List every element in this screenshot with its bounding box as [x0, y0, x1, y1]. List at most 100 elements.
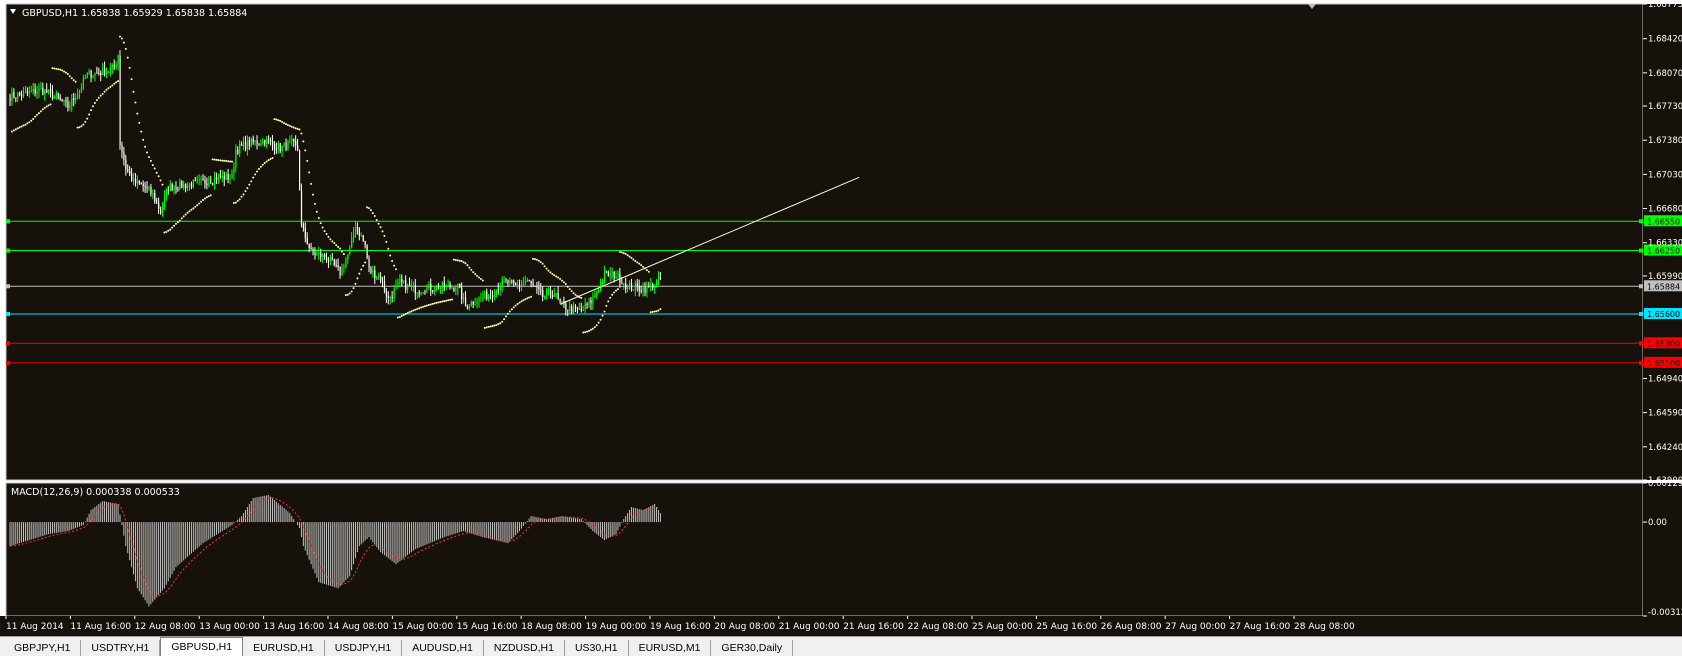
sar-dot — [313, 202, 316, 205]
candle-body — [77, 94, 79, 99]
candle-body — [434, 289, 436, 291]
candle-body — [553, 293, 555, 297]
sar-dot — [182, 215, 185, 218]
candle-body — [343, 267, 345, 269]
tab-nzdusd-h1[interactable]: NZDUSD,H1 — [484, 640, 565, 656]
candle-body — [156, 201, 158, 203]
candle-body — [627, 284, 629, 289]
sar-dot — [506, 312, 509, 315]
tab-usdjpy-h1[interactable]: USDJPY,H1 — [325, 640, 403, 656]
candle-body — [320, 252, 322, 257]
sar-dot — [526, 297, 529, 300]
sar-dot — [333, 242, 336, 245]
sar-dot — [128, 66, 131, 69]
sar-dot — [236, 199, 239, 202]
candle-body — [457, 283, 459, 290]
tab-eurusd-m1[interactable]: EURUSD,M1 — [629, 640, 712, 656]
candle-body — [565, 303, 567, 310]
main-panel[interactable] — [5, 3, 1644, 481]
sar-dot — [622, 252, 625, 255]
sar-dot — [217, 159, 220, 162]
sar-dot — [250, 180, 253, 183]
sar-dot — [298, 128, 301, 131]
sar-dot — [147, 156, 150, 159]
sar-dot — [431, 302, 434, 305]
candle-body — [21, 94, 23, 97]
sar-dot — [248, 183, 251, 186]
sar-dot — [74, 80, 77, 83]
candle-body — [397, 281, 399, 286]
candle-body — [46, 89, 48, 93]
candle-body — [127, 169, 129, 171]
candle-body — [171, 184, 173, 191]
sar-dot — [153, 167, 156, 170]
sar-dot — [263, 162, 266, 165]
candle-body — [152, 193, 154, 195]
tab-usdtry-h1[interactable]: USDTRY,H1 — [81, 640, 161, 656]
candle-body — [163, 196, 166, 207]
sar-dot — [329, 238, 332, 241]
x-tick-label: 22 Aug 08:00 — [908, 622, 969, 632]
sar-dot — [167, 229, 170, 232]
sar-dot — [41, 108, 44, 111]
ohlc-header: GBPUSD,H1 1.65838 1.65929 1.65838 1.6588… — [22, 8, 247, 19]
sar-dot — [628, 255, 631, 258]
candle-body — [573, 306, 575, 313]
candle-body — [243, 142, 245, 146]
price-label: 1.65600 — [1647, 310, 1680, 319]
sar-dot — [28, 121, 31, 124]
sar-dot — [487, 325, 490, 328]
sar-dot — [32, 117, 35, 120]
candle-body — [480, 297, 482, 299]
sar-dot — [479, 278, 482, 281]
tab-us30-h1[interactable]: US30,H1 — [565, 640, 629, 656]
candle-body — [499, 287, 501, 291]
candle-body — [36, 91, 38, 94]
tab-ger30-daily[interactable]: GER30,Daily — [711, 640, 794, 656]
sar-dot — [402, 313, 405, 316]
sar-dot — [580, 296, 583, 299]
sar-dot — [257, 167, 260, 170]
candle-body — [104, 68, 106, 76]
candle-body — [140, 183, 142, 185]
candle-body — [439, 287, 442, 290]
sar-dot — [371, 212, 374, 215]
tab-gbpusd-h1[interactable]: GBPUSD,H1 — [160, 637, 244, 656]
candle-body — [426, 287, 428, 293]
sar-dot — [616, 288, 619, 291]
candle-body — [354, 226, 357, 234]
sar-dot — [171, 226, 174, 229]
sar-dot — [72, 79, 75, 82]
sar-dot — [497, 323, 500, 326]
candle-body — [329, 257, 332, 262]
sar-dot — [119, 35, 122, 38]
sar-dot — [615, 289, 618, 292]
price-chart[interactable]: 1.665501.662501.658841.656001.653001.651… — [0, 0, 1682, 636]
candle-body — [362, 235, 364, 242]
x-tick-label: 26 Aug 08:00 — [1101, 622, 1162, 632]
candle-body — [617, 273, 619, 277]
sar-dot — [454, 259, 457, 262]
sar-dot — [321, 226, 324, 229]
sar-dot — [97, 96, 100, 99]
candle-body — [179, 181, 181, 190]
sar-dot — [657, 309, 660, 312]
candle-body — [44, 89, 46, 95]
sar-dot — [43, 106, 46, 109]
tab-gbpjpy-h1[interactable]: GBPJPY,H1 — [4, 640, 82, 656]
candle-body — [285, 142, 287, 150]
sar-dot — [601, 314, 604, 317]
candle-body — [636, 283, 638, 286]
tab-audusd-h1[interactable]: AUDUSD,H1 — [402, 640, 484, 656]
candle-body — [412, 285, 415, 287]
sar-dot — [39, 110, 42, 113]
candle-body — [306, 237, 308, 245]
candle-body — [428, 283, 430, 288]
sar-dot — [466, 264, 469, 267]
chart-area[interactable]: 1.66550 1.66250 1.65884 1.65600 1.65300 1.651… — [0, 0, 1682, 636]
candle-body — [194, 179, 196, 181]
candle-body — [188, 183, 191, 185]
tab-eurusd-h1[interactable]: EURUSD,H1 — [243, 640, 325, 656]
candle-body — [217, 175, 220, 181]
candle-body — [652, 283, 654, 289]
